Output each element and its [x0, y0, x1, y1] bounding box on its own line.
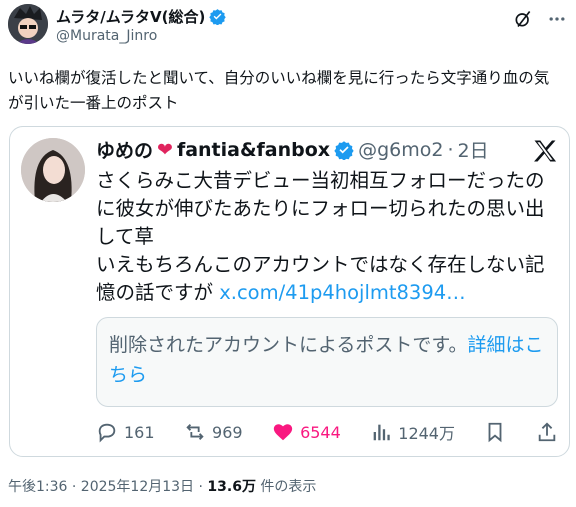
share-icon [538, 422, 556, 442]
quoted-avatar-image [21, 138, 85, 202]
grok-icon[interactable] [512, 8, 534, 30]
repost-count: 969 [212, 422, 243, 442]
quoted-header: ゆめの ❤ fantia&fanbox @g6mo2 · 2日 [96, 136, 489, 163]
reply-icon [98, 423, 116, 443]
heart-filled-icon [273, 424, 293, 441]
post-views-label: 件の表示 [255, 479, 317, 495]
post-timestamp[interactable]: 午後1:36 · 2025年12月13日 · [8, 479, 207, 495]
avatar-image [8, 4, 48, 44]
author-avatar[interactable] [8, 4, 48, 44]
author-name[interactable]: ムラタ/ムラタV(総合) [56, 6, 227, 27]
quoted-author-name[interactable]: ゆめの [96, 136, 153, 163]
reply-count: 161 [124, 422, 155, 442]
author-name-text: ムラタ/ムラタV(総合) [56, 8, 206, 26]
quoted-author-avatar[interactable] [21, 138, 85, 202]
x-logo-icon[interactable] [531, 137, 559, 165]
like-count: 6544 [300, 422, 341, 442]
views-button[interactable]: 1244万 [370, 420, 455, 444]
post-views-count: 13.6万 [207, 479, 256, 495]
dot-separator: · [447, 138, 454, 161]
bookmark-button[interactable] [484, 421, 506, 443]
bookmark-icon [489, 422, 502, 443]
quoted-author-name-suffix[interactable]: fantia&fanbox [177, 139, 330, 161]
share-button[interactable] [536, 421, 558, 443]
heart-emoji-icon: ❤ [157, 138, 173, 161]
reply-button[interactable]: 161 [96, 421, 155, 443]
repost-icon [186, 424, 204, 440]
quoted-post-link[interactable]: x.com/41p4hojlmt8394… [219, 281, 465, 304]
quoted-post-text: さくらみこ大昔デビュー当初相互フォローだったのに彼女が伸びたあたりにフォロー切ら… [96, 167, 556, 307]
views-chart-icon [373, 424, 390, 441]
quoted-post[interactable]: ゆめの ❤ fantia&fanbox @g6mo2 · 2日 さくらみこ大昔デ… [9, 126, 570, 457]
quoted-post-age[interactable]: 2日 [457, 136, 488, 163]
more-options-icon[interactable] [546, 8, 568, 30]
deleted-post-text: 削除されたアカウントによるポストです。 [109, 334, 468, 356]
quoted-author-handle[interactable]: @g6mo2 [358, 139, 443, 161]
top-actions [512, 8, 568, 30]
repost-button[interactable]: 969 [184, 421, 243, 443]
author-handle[interactable]: @Murata_Jinro [56, 28, 157, 44]
views-count: 1244万 [398, 424, 455, 443]
verified-badge-icon [334, 140, 354, 160]
post-text: いいね欄が復活したと聞いて、自分のいいね欄を見に行ったら文字通り血の気が引いた一… [8, 69, 550, 112]
verified-badge-icon [209, 9, 227, 25]
like-button[interactable]: 6544 [272, 421, 341, 443]
quoted-post-actions: 161 969 6544 1244万 [96, 419, 558, 445]
post-meta: 午後1:36 · 2025年12月13日 · 13.6万 件の表示 [8, 476, 316, 496]
deleted-post-notice: 削除されたアカウントによるポストです。詳細はこちら [96, 317, 558, 407]
